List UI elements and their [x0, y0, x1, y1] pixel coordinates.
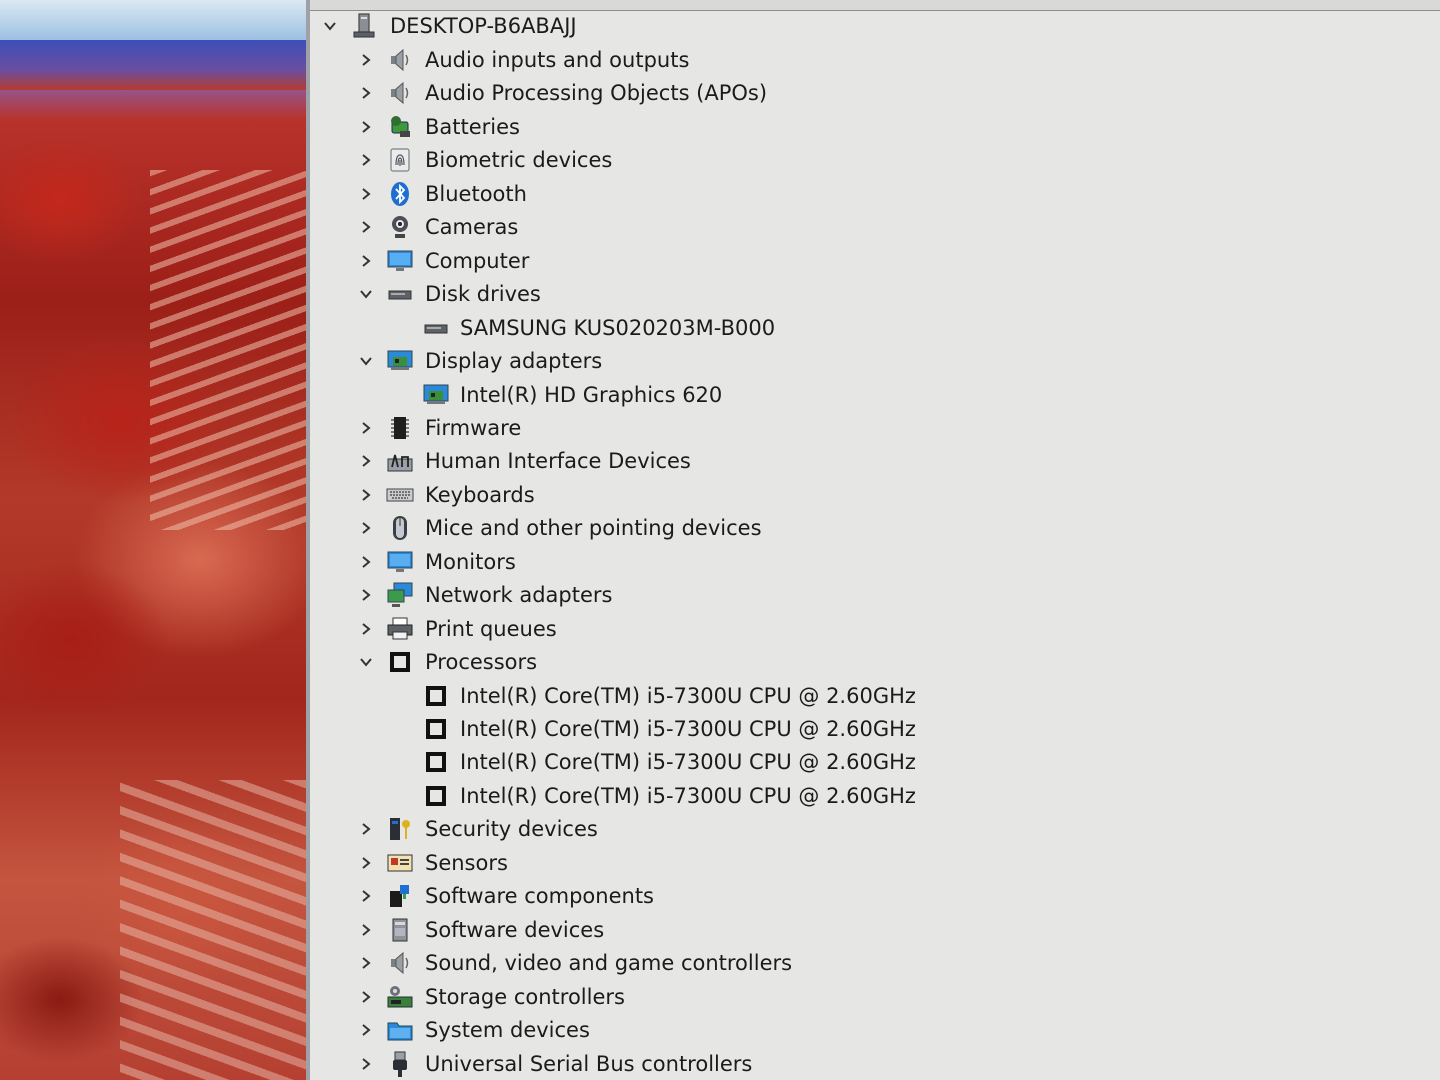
tree-item-label: Storage controllers	[425, 984, 625, 1009]
computer-tower-icon	[350, 12, 378, 40]
tree-item-label: Disk drives	[425, 282, 541, 307]
tree-item-label: Mice and other pointing devices	[425, 516, 762, 541]
webcam-icon	[386, 213, 414, 241]
chevron-right-icon[interactable]	[356, 117, 376, 137]
processor-icon	[422, 748, 450, 776]
tree-item-label: Cameras	[425, 215, 519, 240]
chevron-right-icon[interactable]	[356, 451, 376, 471]
tree-item-label: Audio Processing Objects (APOs)	[425, 81, 768, 106]
chevron-right-icon[interactable]	[356, 418, 376, 438]
tree-item-label: Intel(R) Core(TM) i5-7300U CPU @ 2.60GHz	[460, 783, 916, 808]
hid-icon	[386, 447, 414, 475]
speaker-icon	[386, 949, 414, 977]
chevron-right-icon[interactable]	[356, 585, 376, 605]
disk-drive-icon	[422, 314, 450, 342]
sensor-icon	[386, 849, 414, 877]
monitor-icon	[386, 548, 414, 576]
tree-item-label: Universal Serial Bus controllers	[425, 1051, 753, 1076]
bluetooth-icon	[386, 180, 414, 208]
chevron-right-icon[interactable]	[356, 1054, 376, 1074]
tree-item-label: Software components	[425, 884, 654, 909]
tree-item-label: Display adapters	[425, 349, 603, 374]
speaker-icon	[386, 46, 414, 74]
tree-item-label: Human Interface Devices	[425, 449, 691, 474]
display-adapter-icon	[386, 347, 414, 375]
tree-item-label: Sound, video and game controllers	[425, 951, 793, 976]
device-tree-panel[interactable]: DESKTOP-B6ABAJJ Audio inputs and outputs…	[310, 0, 1440, 1080]
keyboard-icon	[386, 481, 414, 509]
chevron-down-icon[interactable]	[356, 284, 376, 304]
chevron-right-icon[interactable]	[356, 920, 376, 940]
chevron-down-icon[interactable]	[356, 652, 376, 672]
chevron-down-icon[interactable]	[356, 351, 376, 371]
chevron-right-icon[interactable]	[356, 552, 376, 572]
tree-item-label: Audio inputs and outputs	[425, 48, 690, 72]
disk-drive-icon	[386, 280, 414, 308]
security-key-icon	[386, 815, 414, 843]
tree-item-label: Intel(R) Core(TM) i5-7300U CPU @ 2.60GHz	[460, 750, 916, 775]
chevron-right-icon[interactable]	[356, 819, 376, 839]
chevron-right-icon[interactable]	[356, 619, 376, 639]
tree-item-label: Intel(R) HD Graphics 620	[460, 382, 723, 407]
software-device-icon	[386, 916, 414, 944]
processor-icon	[422, 782, 450, 810]
chevron-right-icon[interactable]	[356, 150, 376, 170]
tree-item-label: Software devices	[425, 917, 605, 942]
chevron-right-icon[interactable]	[356, 485, 376, 505]
chevron-right-icon[interactable]	[356, 518, 376, 538]
chevron-right-icon[interactable]	[356, 886, 376, 906]
tree-item-label: Intel(R) Core(TM) i5-7300U CPU @ 2.60GHz	[460, 717, 916, 741]
tree-item-label: Bluetooth	[425, 181, 527, 206]
tree-item-label: Network adapters	[425, 583, 613, 608]
tree-item-label: Sensors	[425, 850, 508, 875]
battery-icon	[386, 113, 414, 141]
chip-icon	[386, 414, 414, 442]
chevron-right-icon[interactable]	[356, 50, 376, 70]
chevron-right-icon[interactable]	[356, 251, 376, 271]
tree-item-label: Keyboards	[425, 482, 535, 507]
tree-item-label: Batteries	[425, 114, 520, 139]
tree-item-label: Computer	[425, 248, 530, 273]
storage-controller-icon	[386, 983, 414, 1011]
usb-icon	[386, 1050, 414, 1078]
monitor-icon	[386, 247, 414, 275]
chevron-right-icon[interactable]	[356, 83, 376, 103]
tree-item-label: SAMSUNG KUS020203M-B000	[460, 315, 776, 340]
system-folder-icon	[386, 1016, 414, 1044]
processor-icon	[422, 715, 450, 743]
tree-item-label: Intel(R) Core(TM) i5-7300U CPU @ 2.60GHz	[460, 683, 916, 708]
tree-item-label: Processors	[425, 650, 538, 675]
desktop-wallpaper	[0, 0, 306, 1080]
chevron-right-icon[interactable]	[356, 1020, 376, 1040]
printer-icon	[386, 615, 414, 643]
mouse-icon	[386, 514, 414, 542]
chevron-right-icon[interactable]	[356, 987, 376, 1007]
tree-item-label: Security devices	[425, 817, 598, 842]
fingerprint-icon	[386, 146, 414, 174]
chevron-right-icon[interactable]	[356, 853, 376, 873]
chevron-down-icon[interactable]	[320, 16, 340, 36]
tree-item-label: System devices	[425, 1018, 590, 1043]
tree-item-label: Print queues	[425, 616, 557, 641]
processor-icon	[422, 682, 450, 710]
speaker-icon	[386, 79, 414, 107]
puzzle-icon	[386, 882, 414, 910]
tree-item-label: Monitors	[425, 549, 516, 574]
tree-item-label: Firmware	[425, 415, 522, 440]
display-adapter-icon	[422, 381, 450, 409]
chevron-right-icon[interactable]	[356, 953, 376, 973]
processor-icon	[386, 648, 414, 676]
network-icon	[386, 581, 414, 609]
chevron-right-icon[interactable]	[356, 184, 376, 204]
tree-item-label: Biometric devices	[425, 148, 613, 173]
tree-root-label: DESKTOP-B6ABAJJ	[390, 14, 577, 38]
chevron-right-icon[interactable]	[356, 217, 376, 237]
